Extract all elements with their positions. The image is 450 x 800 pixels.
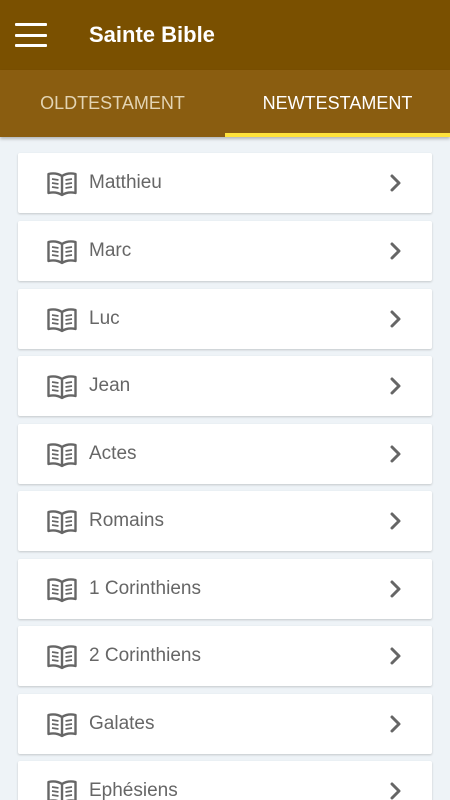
chevron-right-icon <box>386 714 406 734</box>
open-book-icon <box>46 642 78 670</box>
list-item[interactable]: Ephésiens <box>18 761 432 800</box>
chevron-right-icon <box>386 309 406 329</box>
chevron-right-icon <box>386 781 406 800</box>
book-label: 2 Corinthiens <box>89 645 201 666</box>
book-label: Marc <box>89 240 132 261</box>
book-label: Matthieu <box>89 172 162 193</box>
testament-tabs: OLDTESTAMENT NEWTESTAMENT <box>0 70 450 137</box>
open-book-icon <box>46 440 78 468</box>
book-label: Romains <box>89 510 164 531</box>
chevron-right-icon <box>386 511 406 531</box>
chevron-right-icon <box>386 173 406 193</box>
list-item[interactable]: Jean <box>18 356 432 416</box>
list-item[interactable]: 1 Corinthiens <box>18 559 432 619</box>
open-book-icon <box>46 575 78 603</box>
book-label: Jean <box>89 375 131 396</box>
book-label: Ephésiens <box>89 780 178 800</box>
chevron-right-icon <box>386 579 406 599</box>
open-book-icon <box>46 237 78 265</box>
open-book-icon <box>46 710 78 738</box>
list-item[interactable]: Romains <box>18 491 432 551</box>
open-book-icon <box>46 372 78 400</box>
list-item[interactable]: Galates <box>18 694 432 754</box>
list-item[interactable]: Actes <box>18 424 432 484</box>
open-book-icon <box>46 169 78 197</box>
open-book-icon <box>46 777 78 800</box>
list-item[interactable]: Matthieu <box>18 153 432 213</box>
open-book-icon <box>46 305 78 333</box>
tab-new-testament[interactable]: NEWTESTAMENT <box>225 70 450 137</box>
list-item[interactable]: Luc <box>18 289 432 349</box>
app-title: Sainte Bible <box>89 22 215 47</box>
hamburger-menu-icon[interactable] <box>15 23 49 47</box>
book-label: 1 Corinthiens <box>89 578 201 599</box>
book-label: Galates <box>89 713 155 734</box>
chevron-right-icon <box>386 241 406 261</box>
list-item[interactable]: 2 Corinthiens <box>18 626 432 686</box>
app-bar: Sainte Bible <box>0 0 450 70</box>
open-book-icon <box>46 507 78 535</box>
list-item[interactable]: Marc <box>18 221 432 281</box>
chevron-right-icon <box>386 444 406 464</box>
chevron-right-icon <box>386 646 406 666</box>
book-label: Luc <box>89 308 120 329</box>
tab-old-testament[interactable]: OLDTESTAMENT <box>0 70 225 137</box>
chevron-right-icon <box>386 376 406 396</box>
book-label: Actes <box>89 443 137 464</box>
book-list[interactable]: Matthieu Marc Luc Jean Actes Romains 1 C… <box>0 137 450 800</box>
